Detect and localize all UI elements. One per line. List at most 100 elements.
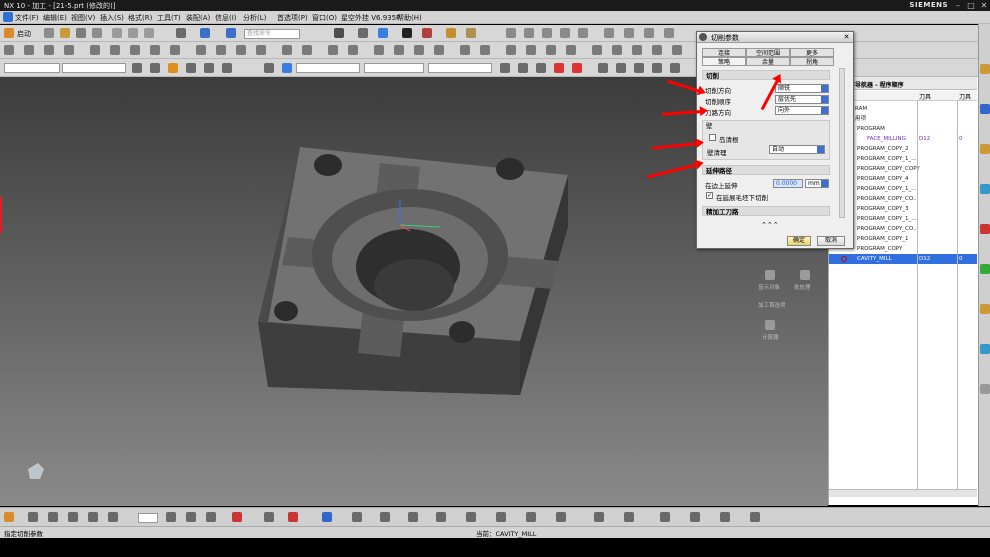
verify-toolpath-icon[interactable] [236, 45, 246, 55]
resource-icon-3[interactable] [980, 144, 990, 154]
window-icon[interactable] [200, 28, 210, 38]
selection-scope-combo[interactable] [62, 63, 126, 73]
render-icon[interactable] [358, 28, 368, 38]
resource-icon-5[interactable] [980, 224, 990, 234]
boolean-icon[interactable] [434, 45, 444, 55]
dialog-close-icon[interactable]: ✕ [842, 33, 851, 42]
filter-combo[interactable] [4, 63, 60, 73]
spline-icon[interactable] [604, 28, 614, 38]
section-finish-passes[interactable]: 精加工刀路 [702, 206, 830, 216]
trim-icon[interactable] [526, 45, 536, 55]
chamfer-icon[interactable] [480, 45, 490, 55]
menu-file[interactable]: 文件(F) [15, 13, 39, 23]
tab-stock[interactable]: 余量 [746, 57, 790, 66]
rotate-view-icon[interactable] [750, 512, 760, 522]
cut-below-blank-checkbox[interactable]: ✓ [706, 192, 713, 199]
new-icon[interactable] [44, 28, 54, 38]
wireframe-icon[interactable] [264, 63, 274, 73]
batch-icon[interactable] [800, 270, 810, 280]
postprocess-icon[interactable] [282, 45, 292, 55]
circle-icon[interactable] [578, 28, 588, 38]
mirror-icon[interactable] [566, 45, 576, 55]
center-icon[interactable] [222, 63, 232, 73]
cut-order-select[interactable]: 层优先 [775, 95, 829, 104]
tab-more[interactable]: 更多 [790, 48, 834, 57]
studio-icon[interactable] [670, 63, 680, 73]
section-extend[interactable]: 延伸路径 [702, 165, 830, 175]
text-icon[interactable] [624, 28, 634, 38]
layer-field[interactable] [138, 513, 158, 523]
open-icon[interactable] [60, 28, 70, 38]
wcs-icon[interactable] [554, 63, 564, 73]
pan-icon[interactable] [518, 63, 528, 73]
column-tool-num-header[interactable]: 刀具 [959, 92, 971, 101]
menu-analysis[interactable]: 分析(L) [243, 13, 266, 23]
layer-settings-icon[interactable] [166, 512, 176, 522]
curve-icon[interactable] [352, 512, 362, 522]
object-display-icon[interactable] [348, 45, 358, 55]
measure-distance-icon[interactable] [322, 512, 332, 522]
select-icon[interactable] [132, 63, 142, 73]
menu-app-icon[interactable] [3, 12, 13, 22]
menu-assembly[interactable]: 装配(A) [186, 13, 210, 23]
show-icon[interactable] [616, 63, 626, 73]
calculator-icon[interactable] [765, 320, 775, 330]
project-icon[interactable] [380, 512, 390, 522]
section-icon[interactable] [652, 63, 662, 73]
menu-info[interactable]: 信息(I) [215, 13, 237, 23]
resource-icon-8[interactable] [980, 344, 990, 354]
rectangle-icon[interactable] [560, 28, 570, 38]
analysis-icon[interactable] [672, 45, 682, 55]
move-face-icon[interactable] [612, 45, 622, 55]
tab-corners[interactable]: 拐角 [790, 57, 834, 66]
undo-icon[interactable] [176, 28, 186, 38]
display-icon[interactable] [402, 28, 412, 38]
sync-icon[interactable] [592, 45, 602, 55]
copy-layer-icon[interactable] [206, 512, 216, 522]
bridge-icon[interactable] [436, 512, 446, 522]
cam-create-tool-icon[interactable] [24, 45, 34, 55]
print-icon[interactable] [92, 28, 102, 38]
tree-row-selected[interactable]: CAVITY_MILL D12 0 [829, 254, 977, 264]
midpoint-icon[interactable] [204, 63, 214, 73]
endpoint-icon[interactable] [186, 63, 196, 73]
extend-unit-select[interactable]: mm [805, 179, 829, 188]
display-object-icon[interactable] [765, 270, 775, 280]
ok-button[interactable]: 确定 [787, 236, 811, 246]
menu-edit[interactable]: 编辑(E) [43, 13, 67, 23]
wall-cleanup-select[interactable]: 自动 [769, 145, 825, 154]
feature-icon[interactable] [374, 45, 384, 55]
menu-help[interactable]: 帮助(H) [397, 13, 422, 23]
hide-icon[interactable] [598, 63, 608, 73]
snap-toggle-icon[interactable] [232, 512, 242, 522]
resource-icon-6[interactable] [980, 264, 990, 274]
shaded-icon[interactable] [282, 63, 292, 73]
clip-icon[interactable] [634, 63, 644, 73]
navigator-scrollbar[interactable] [829, 489, 977, 497]
resource-icon-7[interactable] [980, 304, 990, 314]
point-constructor-icon[interactable] [28, 512, 38, 522]
snap-icon[interactable] [422, 28, 432, 38]
menu-view[interactable]: 视图(V) [71, 13, 95, 23]
view-icon[interactable] [334, 28, 344, 38]
menu-format[interactable]: 格式(R) [128, 13, 152, 23]
close-button[interactable]: ✕ [978, 0, 990, 11]
cut-direction-select[interactable]: 顺铣 [775, 84, 829, 93]
block-icon[interactable] [108, 512, 118, 522]
menu-preferences[interactable]: 首选项(P) [277, 13, 308, 23]
quick-access-icon[interactable] [4, 512, 14, 522]
mate-icon[interactable] [288, 512, 298, 522]
island-cleanup-checkbox[interactable] [709, 134, 716, 141]
thicken-icon[interactable] [624, 512, 634, 522]
sweep-icon[interactable] [594, 512, 604, 522]
orient-wcs-icon[interactable] [572, 63, 582, 73]
shaded-cube-icon[interactable] [378, 28, 388, 38]
datum-icon[interactable] [664, 28, 674, 38]
command-search-input[interactable]: 查找命令 [244, 29, 300, 39]
vector-icon[interactable] [48, 512, 58, 522]
offset-icon[interactable] [506, 45, 516, 55]
cam-method-view-icon[interactable] [170, 45, 180, 55]
line-icon[interactable] [524, 28, 534, 38]
align-icon[interactable] [264, 512, 274, 522]
section-cutting[interactable]: 切削 [702, 70, 830, 80]
